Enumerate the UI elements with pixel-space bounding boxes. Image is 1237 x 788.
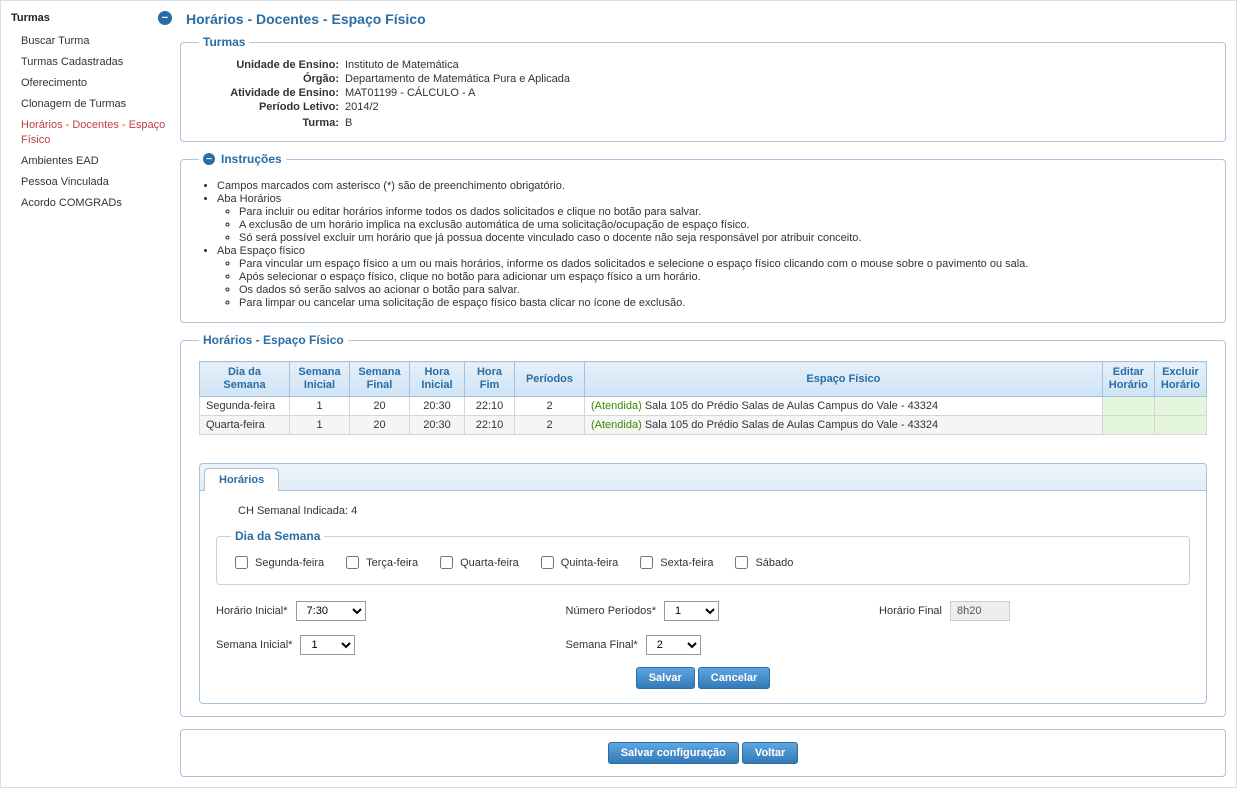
- orgao-label: Órgão:: [199, 73, 339, 85]
- status-atendida: (Atendida): [591, 400, 642, 412]
- day-segunda[interactable]: Segunda-feira: [231, 553, 324, 572]
- tab-horarios[interactable]: Horários: [204, 468, 279, 491]
- day-sabado[interactable]: Sábado: [731, 553, 793, 572]
- editar-cell[interactable]: [1102, 416, 1154, 435]
- th-sem-final: Semana Final: [350, 362, 410, 397]
- day-checkbox[interactable]: [640, 556, 653, 569]
- th-excluir: Excluir Horário: [1154, 362, 1206, 397]
- th-editar: Editar Horário: [1102, 362, 1154, 397]
- th-hora-fim: Hora Fim: [465, 362, 515, 397]
- hora-final-input: [950, 601, 1010, 621]
- th-espaco: Espaço Físico: [585, 362, 1103, 397]
- tabs-container: Horários CH Semanal Indicada: 4 Dia da S…: [199, 463, 1207, 704]
- day-checkbox[interactable]: [541, 556, 554, 569]
- main-content: Horários - Docentes - Espaço Físico Turm…: [176, 1, 1236, 787]
- day-checkbox[interactable]: [235, 556, 248, 569]
- table-row: Segunda-feira 1 20 20:30 22:10 2 (Atendi…: [200, 397, 1207, 416]
- numero-periodos-label: Número Períodos*: [566, 605, 657, 617]
- turma-label: Turma:: [199, 117, 339, 129]
- turmas-legend: Turmas: [199, 35, 249, 49]
- day-sexta[interactable]: Sexta-feira: [636, 553, 713, 572]
- semana-final-label: Semana Final*: [566, 639, 638, 651]
- sidebar-item-ambientes-ead[interactable]: Ambientes EAD: [7, 151, 176, 172]
- unidade-value: Instituto de Matemática: [345, 59, 1207, 71]
- th-dia: Dia da Semana: [200, 362, 290, 397]
- sidebar-item-buscar-turma[interactable]: Buscar Turma: [7, 31, 176, 52]
- numero-periodos-select[interactable]: 1: [664, 601, 719, 621]
- excluir-cell[interactable]: [1154, 416, 1206, 435]
- horarios-espaco-panel: Horários - Espaço Físico Dia da Semana S…: [180, 333, 1226, 717]
- editar-cell[interactable]: [1102, 397, 1154, 416]
- salvar-button[interactable]: Salvar: [636, 667, 695, 689]
- day-checkbox[interactable]: [735, 556, 748, 569]
- sidebar-title: Turmas: [11, 12, 50, 24]
- periodo-label: Período Letivo:: [199, 101, 339, 113]
- turmas-panel: Turmas Unidade de Ensino: Instituto de M…: [180, 35, 1226, 142]
- sidebar-item-oferecimento[interactable]: Oferecimento: [7, 73, 176, 94]
- table-row: Quarta-feira 1 20 20:30 22:10 2 (Atendid…: [200, 416, 1207, 435]
- day-checkbox[interactable]: [440, 556, 453, 569]
- th-hora-inicial: Hora Inicial: [410, 362, 465, 397]
- footer-panel: Salvar configuração Voltar: [180, 729, 1226, 777]
- dia-da-semana-panel: Dia da Semana Segunda-feira Terça-feira …: [216, 529, 1190, 585]
- sidebar-item-horarios[interactable]: Horários - Docentes - Espaço Físico: [7, 115, 176, 151]
- tab-body: CH Semanal Indicada: 4 Dia da Semana Seg…: [199, 491, 1207, 704]
- day-quinta[interactable]: Quinta-feira: [537, 553, 618, 572]
- instrucoes-collapse-icon[interactable]: −: [203, 153, 215, 165]
- atividade-value: MAT01199 - CÁLCULO - A: [345, 87, 1207, 99]
- orgao-value: Departamento de Matemática Pura e Aplica…: [345, 73, 1207, 85]
- day-quarta[interactable]: Quarta-feira: [436, 553, 519, 572]
- dia-legend: Dia da Semana: [231, 529, 324, 543]
- instrucoes-list: Campos marcados com asterisco (*) são de…: [199, 180, 1207, 309]
- day-terca[interactable]: Terça-feira: [342, 553, 418, 572]
- sidebar: Turmas − Buscar Turma Turmas Cadastradas…: [1, 1, 176, 787]
- sidebar-item-acordo-comgrads[interactable]: Acordo COMGRADs: [7, 193, 176, 214]
- instrucoes-legend: Instruções: [221, 152, 282, 166]
- semana-inicial-select[interactable]: 1: [300, 635, 355, 655]
- semana-final-select[interactable]: 2: [646, 635, 701, 655]
- voltar-button[interactable]: Voltar: [742, 742, 798, 764]
- turma-value: B: [345, 117, 1207, 129]
- hora-inicial-label: Horário Inicial*: [216, 605, 288, 617]
- th-sem-inicial: Semana Inicial: [290, 362, 350, 397]
- th-periodos: Períodos: [515, 362, 585, 397]
- instrucoes-panel: − Instruções Campos marcados com asteris…: [180, 152, 1226, 323]
- semana-inicial-label: Semana Inicial*: [216, 639, 292, 651]
- ch-semanal: CH Semanal Indicada: 4: [238, 505, 1190, 517]
- hora-inicial-select[interactable]: 7:30: [296, 601, 366, 621]
- hora-final-label: Horário Final: [879, 605, 942, 617]
- salvar-configuracao-button[interactable]: Salvar configuração: [608, 742, 739, 764]
- status-atendida: (Atendida): [591, 419, 642, 431]
- sidebar-item-pessoa-vinculada[interactable]: Pessoa Vinculada: [7, 172, 176, 193]
- page-title: Horários - Docentes - Espaço Físico: [180, 5, 1226, 35]
- day-checkbox[interactable]: [346, 556, 359, 569]
- horarios-table: Dia da Semana Semana Inicial Semana Fina…: [199, 361, 1207, 435]
- periodo-value: 2014/2: [345, 101, 1207, 113]
- horarios-espaco-legend: Horários - Espaço Físico: [199, 333, 348, 347]
- excluir-cell[interactable]: [1154, 397, 1206, 416]
- sidebar-item-clonagem[interactable]: Clonagem de Turmas: [7, 94, 176, 115]
- unidade-label: Unidade de Ensino:: [199, 59, 339, 71]
- cancelar-button[interactable]: Cancelar: [698, 667, 770, 689]
- sidebar-item-turmas-cadastradas[interactable]: Turmas Cadastradas: [7, 52, 176, 73]
- collapse-icon[interactable]: −: [158, 11, 172, 25]
- atividade-label: Atividade de Ensino:: [199, 87, 339, 99]
